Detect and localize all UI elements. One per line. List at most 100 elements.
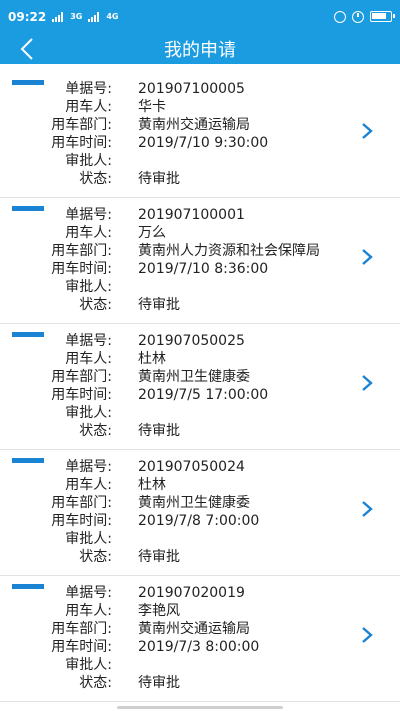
field-label: 审批人: [65, 279, 112, 295]
field-row-user: 用车人: 李艳风 [0, 602, 400, 620]
card-marker [12, 458, 44, 463]
card-marker [12, 332, 44, 337]
field-label: 审批人: [65, 153, 112, 169]
field-value: 华卡 [138, 99, 166, 115]
field-value: 201907020019 [138, 585, 245, 601]
field-label: 用车人: [65, 99, 112, 115]
field-row-user: 用车人: 华卡 [0, 98, 400, 116]
field-row-dept: 用车部门: 黄南州卫生健康委 [0, 494, 400, 512]
battery-icon [370, 11, 395, 22]
field-row-doc-no: 单据号: 201907020019 [0, 584, 400, 602]
signal-icon [88, 11, 100, 22]
field-label: 用车部门: [51, 243, 112, 259]
field-label: 状态: [79, 549, 112, 565]
chevron-left-icon [20, 37, 33, 60]
field-row-approver: 审批人: [0, 152, 400, 170]
field-row-status: 状态: 待审批 [0, 674, 400, 692]
field-value: 万么 [138, 225, 166, 241]
field-row-user: 用车人: 杜林 [0, 476, 400, 494]
field-row-dept: 用车部门: 黄南州交通运输局 [0, 620, 400, 638]
field-value: 杜林 [138, 477, 166, 493]
field-value: 201907050024 [138, 459, 245, 475]
field-row-dept: 用车部门: 黄南州卫生健康委 [0, 368, 400, 386]
field-label: 用车时间: [51, 513, 112, 529]
card-marker [12, 206, 44, 211]
field-label: 状态: [79, 297, 112, 313]
field-row-status: 状态: 待审批 [0, 296, 400, 314]
field-row-user: 用车人: 杜林 [0, 350, 400, 368]
field-label: 用车部门: [51, 117, 112, 133]
field-row-time: 用车时间: 2019/7/10 8:36:00 [0, 260, 400, 278]
application-card[interactable]: 单据号: 201907100005 用车人: 华卡 用车部门: 黄南州交通运输局 用车时间:… [0, 72, 400, 198]
nav-bar: 我的申请 [0, 33, 400, 64]
alarm-icon [352, 10, 364, 23]
signal-icon [52, 11, 64, 22]
page-title: 我的申请 [164, 39, 236, 61]
field-row-approver: 审批人: [0, 656, 400, 674]
field-value: 2019/7/5 17:00:00 [138, 387, 269, 403]
field-row-approver: 审批人: [0, 530, 400, 548]
field-value: 黄南州卫生健康委 [138, 495, 250, 511]
field-label: 用车时间: [51, 135, 112, 151]
field-row-status: 状态: 待审批 [0, 422, 400, 440]
field-value: 待审批 [138, 297, 180, 313]
application-list: 单据号: 201907100005 用车人: 华卡 用车部门: 黄南州交通运输局 用车时间:… [0, 72, 400, 702]
field-value: 2019/7/8 7:00:00 [138, 513, 260, 529]
field-value: 黄南州交通运输局 [138, 117, 250, 133]
status-time: 09:22 [8, 9, 47, 24]
field-label: 用车部门: [51, 495, 112, 511]
field-row-doc-no: 单据号: 201907100005 [0, 80, 400, 98]
chevron-right-icon[interactable] [360, 374, 374, 392]
field-label: 状态: [79, 171, 112, 187]
field-row-status: 状态: 待审批 [0, 548, 400, 566]
field-value: 201907050025 [138, 333, 245, 349]
field-value: 杜林 [138, 351, 166, 367]
field-label: 审批人: [65, 657, 112, 673]
field-label: 用车时间: [51, 387, 112, 403]
field-label: 审批人: [65, 531, 112, 547]
application-card[interactable]: 单据号: 201907050024 用车人: 杜林 用车部门: 黄南州卫生健康委 用车时间:… [0, 450, 400, 576]
field-value: 待审批 [138, 423, 180, 439]
field-value: 201907100005 [138, 81, 245, 97]
field-value: 李艳风 [138, 603, 180, 619]
network-type-1: 3G [70, 12, 83, 21]
field-value: 待审批 [138, 549, 180, 565]
application-card[interactable]: 单据号: 201907050025 用车人: 杜林 用车部门: 黄南州卫生健康委 用车时间:… [0, 324, 400, 450]
field-row-time: 用车时间: 2019/7/10 9:30:00 [0, 134, 400, 152]
field-value: 黄南州卫生健康委 [138, 369, 250, 385]
field-value: 201907100001 [138, 207, 245, 223]
field-label: 用车人: [65, 351, 112, 367]
home-indicator[interactable] [117, 706, 283, 709]
chevron-right-icon[interactable] [360, 626, 374, 644]
back-button[interactable] [10, 33, 44, 64]
field-row-approver: 审批人: [0, 278, 400, 296]
field-label: 用车时间: [51, 639, 112, 655]
field-value: 待审批 [138, 171, 180, 187]
field-value: 黄南州人力资源和社会保障局 [138, 243, 320, 259]
field-row-time: 用车时间: 2019/7/5 17:00:00 [0, 386, 400, 404]
card-marker [12, 80, 44, 85]
field-value: 2019/7/3 8:00:00 [138, 639, 260, 655]
field-value: 2019/7/10 8:36:00 [138, 261, 269, 277]
field-label: 用车时间: [51, 261, 112, 277]
field-label: 用车人: [65, 477, 112, 493]
status-right [334, 10, 395, 23]
field-row-user: 用车人: 万么 [0, 224, 400, 242]
chevron-right-icon[interactable] [360, 248, 374, 266]
field-value: 黄南州交通运输局 [138, 621, 250, 637]
field-label: 状态: [79, 675, 112, 691]
field-label: 状态: [79, 423, 112, 439]
status-bar: 09:22 3G 4G [0, 0, 400, 33]
field-row-dept: 用车部门: 黄南州人力资源和社会保障局 [0, 242, 400, 260]
application-card[interactable]: 单据号: 201907020019 用车人: 李艳风 用车部门: 黄南州交通运输局 用车时间… [0, 576, 400, 702]
field-label: 用车人: [65, 603, 112, 619]
field-row-status: 状态: 待审批 [0, 170, 400, 188]
field-label: 用车人: [65, 225, 112, 241]
field-row-time: 用车时间: 2019/7/8 7:00:00 [0, 512, 400, 530]
field-label: 用车部门: [51, 369, 112, 385]
application-card[interactable]: 单据号: 201907100001 用车人: 万么 用车部门: 黄南州人力资源和社会保障局… [0, 198, 400, 324]
field-row-time: 用车时间: 2019/7/3 8:00:00 [0, 638, 400, 656]
chevron-right-icon[interactable] [360, 500, 374, 518]
chevron-right-icon[interactable] [360, 122, 374, 140]
card-marker [12, 584, 44, 589]
